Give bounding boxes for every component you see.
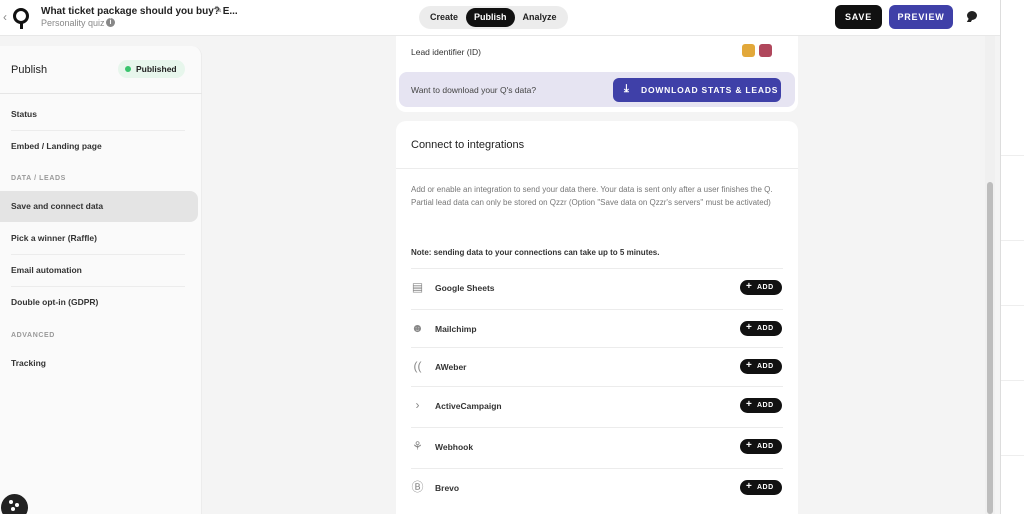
edge-line <box>1001 455 1024 456</box>
divider <box>396 168 798 169</box>
integrations-card: Connect to integrations Add or enable an… <box>396 121 798 514</box>
activecampaign-icon: › <box>415 398 420 412</box>
back-chevron-icon[interactable]: ‹ <box>3 10 7 24</box>
integration-row: ⚘ Webhook + ADD <box>411 427 783 464</box>
integration-name: Mailchimp <box>435 324 477 334</box>
mode-tabs: Create Publish Analyze <box>419 6 568 29</box>
app-logo[interactable] <box>13 8 29 29</box>
integration-name: AWeber <box>435 362 467 372</box>
edge-line <box>1001 155 1024 156</box>
plus-icon: + <box>746 281 753 292</box>
integration-row: (( AWeber + ADD <box>411 347 783 384</box>
download-prompt: Want to download your Q's data? <box>411 85 537 95</box>
info-icon[interactable]: i <box>106 18 115 27</box>
add-label: ADD <box>757 484 774 491</box>
tab-analyze[interactable]: Analyze <box>515 8 565 27</box>
webhook-icon: ⚘ <box>412 439 423 453</box>
integration-name: Webhook <box>435 442 474 452</box>
data-card: Lead identifier (ID) Want to download yo… <box>396 36 798 112</box>
plus-icon: + <box>746 360 753 371</box>
integrations-title: Connect to integrations <box>411 139 525 151</box>
section-data-leads: DATA / LEADS <box>11 175 66 182</box>
lead-identifier-label: Lead identifier (ID) <box>411 47 481 57</box>
sidebar-item-save-connect[interactable]: Save and connect data <box>0 191 198 222</box>
mailchimp-icon: ☻ <box>411 321 424 335</box>
add-webhook-button[interactable]: + ADD <box>740 439 782 454</box>
status-badge-label: Published <box>136 64 177 74</box>
quiz-title[interactable]: What ticket package should you buy? E... <box>41 6 238 17</box>
integration-row: › ActiveCampaign + ADD <box>411 386 783 423</box>
add-label: ADD <box>757 402 774 409</box>
adjacent-window-edge <box>1000 0 1024 514</box>
integrations-description: Add or enable an integration to send you… <box>411 185 773 207</box>
download-icon: ⤓ <box>624 83 630 95</box>
download-button-label: DOWNLOAD STATS & LEADS <box>641 85 779 95</box>
integration-name: Brevo <box>435 483 460 493</box>
save-button[interactable]: SAVE <box>835 5 882 29</box>
add-activecampaign-button[interactable]: + ADD <box>740 398 782 413</box>
top-bar: ‹ What ticket package should you buy? E.… <box>0 0 1000 36</box>
integrations-note: Note: sending data to your connections c… <box>411 248 660 257</box>
plus-icon: + <box>746 399 753 410</box>
sidebar-item-status[interactable]: Status <box>0 99 198 130</box>
sidebar-item-embed[interactable]: Embed / Landing page <box>0 131 198 162</box>
integration-name: ActiveCampaign <box>435 401 502 411</box>
status-badge: Published <box>118 60 185 78</box>
sidebar-title: Publish <box>11 64 48 76</box>
add-brevo-button[interactable]: + ADD <box>740 480 782 495</box>
preview-button[interactable]: PREVIEW <box>889 5 953 29</box>
plus-icon: + <box>746 322 753 333</box>
add-label: ADD <box>757 443 774 450</box>
section-advanced: ADVANCED <box>11 332 55 339</box>
edge-line <box>1001 240 1024 241</box>
google-sheets-icon: ▤ <box>411 280 424 294</box>
quiz-type: Personality quiz <box>41 18 105 28</box>
main-scrollbar[interactable] <box>985 36 995 514</box>
cookie-settings-icon[interactable] <box>1 494 28 514</box>
aweber-icon: (( <box>413 359 422 373</box>
published-dot-icon <box>125 66 131 72</box>
download-stats-button[interactable]: ⤓ DOWNLOAD STATS & LEADS <box>613 78 781 102</box>
plus-icon: + <box>746 440 753 451</box>
add-mailchimp-button[interactable]: + ADD <box>740 321 782 336</box>
edge-line <box>1001 380 1024 381</box>
edit-pencil-icon[interactable]: ✎ <box>214 5 222 16</box>
sidebar-item-tracking[interactable]: Tracking <box>0 348 198 379</box>
integration-row: ▤ Google Sheets + ADD <box>411 268 783 305</box>
add-aweber-button[interactable]: + ADD <box>740 359 782 374</box>
id-tag-icon <box>742 44 755 57</box>
add-label: ADD <box>757 363 774 370</box>
integration-row: ☻ Mailchimp + ADD <box>411 309 783 346</box>
integration-row: Ⓑ Brevo + ADD <box>411 468 783 505</box>
brevo-icon: Ⓑ <box>411 480 424 494</box>
edge-line <box>1001 305 1024 306</box>
sidebar-item-double-optin[interactable]: Double opt-in (GDPR) <box>0 287 198 318</box>
plus-icon: + <box>746 481 753 492</box>
add-label: ADD <box>757 325 774 332</box>
divider <box>0 93 202 94</box>
add-label: ADD <box>757 284 774 291</box>
chat-bubble-icon[interactable] <box>967 11 977 20</box>
scrollbar-thumb[interactable] <box>987 182 993 514</box>
tab-publish[interactable]: Publish <box>466 8 515 27</box>
email-tag-icon <box>759 44 772 57</box>
sidebar-item-raffle[interactable]: Pick a winner (Raffle) <box>0 223 198 254</box>
integration-name: Google Sheets <box>435 283 495 293</box>
add-google-sheets-button[interactable]: + ADD <box>740 280 782 295</box>
sidebar-item-email-automation[interactable]: Email automation <box>0 255 198 286</box>
tab-create[interactable]: Create <box>422 8 466 27</box>
download-banner: Want to download your Q's data? ⤓ DOWNLO… <box>399 72 795 107</box>
publish-sidebar: Publish Published Status Embed / Landing… <box>0 46 202 514</box>
